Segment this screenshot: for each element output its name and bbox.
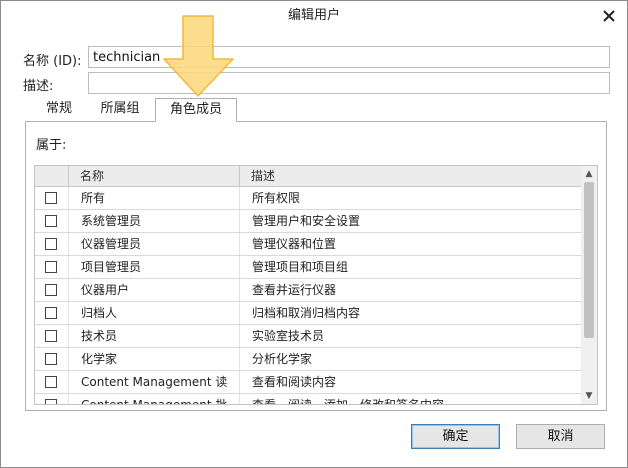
role-name: Content Management 读	[81, 375, 228, 389]
table-row[interactable]: 所有 所有权限	[35, 187, 581, 210]
role-checkbox[interactable]	[45, 307, 57, 319]
table-row[interactable]: 归档人 归档和取消归档内容	[35, 302, 581, 325]
role-name: 系统管理员	[81, 214, 142, 228]
column-divider	[68, 325, 69, 347]
column-divider	[239, 325, 240, 347]
column-divider	[239, 371, 240, 393]
role-checkbox[interactable]	[45, 261, 57, 273]
table-row[interactable]: 仪器管理员 管理仪器和位置	[35, 233, 581, 256]
column-divider	[68, 348, 69, 370]
tab-general[interactable]: 常规	[31, 98, 87, 121]
role-checkbox[interactable]	[45, 399, 57, 404]
roles-table: 名称 描述 所有 所有权限系统管理员 管理用户和安全设置仪器管理员 管理仪器和位置项目…	[34, 165, 598, 405]
column-divider	[239, 233, 240, 255]
role-name: 所有	[81, 191, 106, 205]
role-description: 所有权限	[252, 191, 301, 205]
vertical-scrollbar[interactable]: ▲ ▼	[581, 166, 597, 404]
column-divider	[68, 233, 69, 255]
role-name: Content Management 批	[81, 398, 228, 405]
column-header-description[interactable]: 描述	[251, 166, 275, 186]
column-divider	[239, 210, 240, 232]
role-checkbox[interactable]	[45, 376, 57, 388]
role-name: 项目管理员	[81, 260, 142, 274]
role-description: 查看和阅读内容	[252, 375, 337, 389]
column-divider	[239, 394, 240, 404]
table-row[interactable]: Content Management 读 查看和阅读内容	[35, 371, 581, 394]
tab-groups[interactable]: 所属组	[89, 98, 151, 121]
chevron-down-icon[interactable]: ▼	[581, 388, 597, 404]
column-divider	[68, 279, 69, 301]
role-checkbox[interactable]	[45, 284, 57, 296]
header-divider	[239, 166, 240, 186]
cancel-button[interactable]: 取消	[516, 424, 605, 449]
role-name: 仪器管理员	[81, 237, 142, 251]
role-description: 归档和取消归档内容	[252, 306, 361, 320]
role-checkbox[interactable]	[45, 192, 57, 204]
scrollbar-thumb[interactable]	[584, 182, 594, 338]
role-name: 化学家	[81, 352, 118, 366]
table-row[interactable]: 仪器用户 查看并运行仪器	[35, 279, 581, 302]
table-row[interactable]: 化学家 分析化学家	[35, 348, 581, 371]
column-divider	[239, 302, 240, 324]
column-divider	[68, 394, 69, 404]
header-divider	[68, 166, 69, 186]
role-name: 归档人	[81, 306, 118, 320]
column-divider	[239, 348, 240, 370]
column-divider	[239, 256, 240, 278]
column-divider	[68, 187, 69, 209]
role-description: 管理用户和安全设置	[252, 214, 361, 228]
annotation-arrow	[163, 15, 235, 97]
close-icon[interactable]	[599, 6, 619, 26]
role-checkbox[interactable]	[45, 353, 57, 365]
name-label: 名称 (ID):	[23, 54, 82, 69]
title-bar: 编辑用户	[1, 1, 627, 31]
role-description: 管理项目和项目组	[252, 260, 349, 274]
chevron-up-icon[interactable]: ▲	[581, 166, 597, 182]
belongs-to-label: 属于:	[36, 138, 67, 153]
column-header-name[interactable]: 名称	[80, 166, 104, 186]
window-title: 编辑用户	[287, 8, 340, 23]
table-row[interactable]: 系统管理员 管理用户和安全设置	[35, 210, 581, 233]
description-label: 描述:	[23, 79, 54, 94]
ok-button[interactable]: 确定	[411, 424, 500, 449]
role-description: 查看并运行仪器	[252, 283, 337, 297]
edit-user-dialog: 编辑用户 名称 (ID): 描述: 常规 所属组 角色成员 属于: 名称 描述 …	[0, 0, 628, 468]
column-divider	[68, 256, 69, 278]
column-divider	[68, 302, 69, 324]
column-divider	[68, 210, 69, 232]
role-checkbox[interactable]	[45, 330, 57, 342]
table-row[interactable]: Content Management 批 查看、阅读、添加、修改和签名内容	[35, 394, 581, 405]
role-name: 技术员	[81, 329, 118, 343]
tab-role-membership[interactable]: 角色成员	[155, 98, 237, 122]
table-header: 名称 描述	[35, 166, 581, 187]
role-description: 分析化学家	[252, 352, 313, 366]
role-description: 实验室技术员	[252, 329, 325, 343]
column-divider	[239, 187, 240, 209]
role-description: 查看、阅读、添加、修改和签名内容	[252, 398, 445, 405]
role-checkbox[interactable]	[45, 238, 57, 250]
role-checkbox[interactable]	[45, 215, 57, 227]
table-row[interactable]: 技术员 实验室技术员	[35, 325, 581, 348]
role-description: 管理仪器和位置	[252, 237, 337, 251]
role-name: 仪器用户	[81, 283, 130, 297]
column-divider	[239, 279, 240, 301]
column-divider	[68, 371, 69, 393]
table-row[interactable]: 项目管理员 管理项目和项目组	[35, 256, 581, 279]
